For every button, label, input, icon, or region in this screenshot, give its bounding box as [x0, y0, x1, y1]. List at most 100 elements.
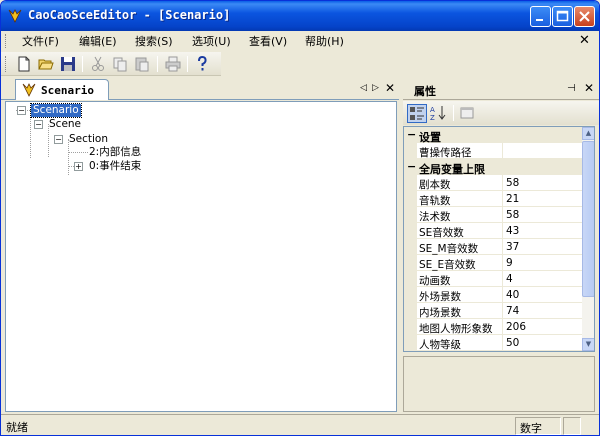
- property-grid-scrollbar[interactable]: ▲ ▼: [582, 127, 594, 351]
- property-row[interactable]: 音轨数 21: [404, 191, 582, 207]
- property-row[interactable]: 动画数 4: [404, 271, 582, 287]
- cut-icon[interactable]: [89, 55, 107, 73]
- tree-node-scene[interactable]: Scene: [49, 118, 81, 131]
- category-global-limits[interactable]: − 全局变量上限: [404, 159, 582, 176]
- collapse-toggle[interactable]: −: [17, 106, 26, 115]
- categorized-button[interactable]: [407, 104, 427, 123]
- property-value[interactable]: 37: [502, 239, 582, 255]
- scrollbar-thumb[interactable]: [582, 141, 594, 297]
- close-properties-icon[interactable]: ✕: [584, 81, 594, 95]
- minimize-button[interactable]: [530, 6, 551, 27]
- open-folder-icon[interactable]: [37, 55, 55, 73]
- scenario-icon: [22, 83, 36, 97]
- property-row[interactable]: SE_E音效数 9: [404, 255, 582, 271]
- row-gutter: [404, 255, 417, 271]
- scroll-left-icon[interactable]: ◁: [360, 83, 367, 93]
- menu-file[interactable]: 文件(F): [22, 34, 59, 49]
- menu-options[interactable]: 选项(U): [192, 34, 231, 49]
- property-value[interactable]: 206: [502, 319, 582, 335]
- property-name: 音轨数: [419, 195, 451, 207]
- collapse-toggle[interactable]: −: [54, 135, 63, 144]
- toolbar-separator: [187, 56, 188, 72]
- property-row[interactable]: 宝物等级9: [404, 351, 582, 352]
- app-logo-icon: [8, 9, 22, 23]
- close-button[interactable]: [574, 6, 595, 27]
- row-gutter: [404, 207, 417, 223]
- property-row[interactable]: 曹操传路径: [404, 143, 582, 159]
- collapse-toggle[interactable]: −: [407, 129, 416, 140]
- property-name: 动画数: [419, 275, 451, 287]
- property-row[interactable]: 外场景数 40: [404, 287, 582, 303]
- print-icon[interactable]: [164, 55, 182, 73]
- property-row[interactable]: 人物等级 50: [404, 335, 582, 351]
- help-icon[interactable]: [193, 55, 211, 73]
- property-value[interactable]: 40: [502, 287, 582, 303]
- tab-label: Scenario: [41, 84, 94, 97]
- property-value[interactable]: 50: [502, 335, 582, 351]
- menu-view[interactable]: 查看(V): [249, 34, 287, 49]
- maximize-button[interactable]: [552, 6, 573, 27]
- copy-icon[interactable]: [111, 55, 129, 73]
- property-value[interactable]: 58: [502, 175, 582, 191]
- status-text: 就绪: [6, 421, 28, 434]
- tab-scenario[interactable]: Scenario: [15, 79, 109, 100]
- property-value[interactable]: 74: [502, 303, 582, 319]
- property-row[interactable]: 剧本数 58: [404, 175, 582, 191]
- property-row[interactable]: 内场景数 74: [404, 303, 582, 319]
- property-value[interactable]: 9: [502, 351, 582, 352]
- property-name: 剧本数: [419, 179, 451, 191]
- paste-icon[interactable]: [133, 55, 151, 73]
- property-value[interactable]: [502, 143, 582, 159]
- status-cell-empty: [563, 417, 581, 435]
- property-row[interactable]: 法术数 58: [404, 207, 582, 223]
- property-row[interactable]: 地图人物形象数 206: [404, 319, 582, 335]
- menubar-grip[interactable]: [5, 34, 8, 48]
- scenario-tree[interactable]: − Scenario − Scene − Section 2:内部信息 + 0:…: [5, 101, 397, 412]
- window-title: CaoCaoSceEditor - [Scenario]: [28, 8, 231, 22]
- tree-node-internal-info[interactable]: 2:内部信息: [89, 146, 141, 159]
- property-name: 外场景数: [419, 291, 461, 303]
- document-tabstrip: Scenario ◁ ▷ ✕: [1, 79, 399, 100]
- property-row[interactable]: SE_M音效数 37: [404, 239, 582, 255]
- property-pages-button[interactable]: [458, 104, 478, 123]
- title-bar[interactable]: CaoCaoSceEditor - [Scenario]: [1, 1, 599, 31]
- menu-edit[interactable]: 编辑(E): [79, 34, 117, 49]
- menu-help[interactable]: 帮助(H): [305, 34, 344, 49]
- new-file-icon[interactable]: [15, 55, 33, 73]
- row-gutter: [404, 143, 417, 159]
- row-gutter: [404, 271, 417, 287]
- property-name: 法术数: [419, 211, 451, 223]
- pin-icon[interactable]: ⊣: [567, 83, 576, 94]
- collapse-toggle[interactable]: −: [34, 120, 43, 129]
- property-value[interactable]: 21: [502, 191, 582, 207]
- toolbar-grip[interactable]: [5, 56, 8, 72]
- close-document-icon[interactable]: ✕: [385, 81, 395, 95]
- scroll-right-icon[interactable]: ▷: [372, 83, 379, 93]
- alphabetical-icon: AZ: [430, 106, 446, 122]
- row-gutter: [404, 335, 417, 351]
- menu-search[interactable]: 搜索(S): [135, 34, 173, 49]
- tree-node-section[interactable]: Section: [69, 133, 108, 146]
- row-gutter: [404, 239, 417, 255]
- property-value[interactable]: 4: [502, 271, 582, 287]
- alphabetical-button[interactable]: AZ: [429, 104, 449, 123]
- property-value[interactable]: 9: [502, 255, 582, 271]
- scroll-up-icon[interactable]: ▲: [582, 127, 594, 140]
- svg-text:Z: Z: [430, 114, 435, 121]
- expand-toggle[interactable]: +: [74, 162, 83, 171]
- save-icon[interactable]: [59, 55, 77, 73]
- row-gutter: [404, 287, 417, 303]
- collapse-toggle[interactable]: −: [407, 161, 416, 172]
- maximize-icon: [556, 10, 569, 22]
- status-bar: 就绪 数字: [1, 414, 599, 435]
- scroll-down-icon[interactable]: ▼: [582, 338, 594, 351]
- mdi-close-icon[interactable]: ✕: [579, 33, 590, 48]
- category-settings[interactable]: − 设置: [404, 127, 582, 144]
- tree-node-scenario[interactable]: Scenario: [30, 103, 82, 118]
- property-value[interactable]: 43: [502, 223, 582, 239]
- property-value[interactable]: 58: [502, 207, 582, 223]
- tree-node-event-end[interactable]: 0:事件结束: [89, 160, 141, 173]
- close-icon: [579, 11, 590, 22]
- property-name: 曹操传路径: [419, 147, 472, 159]
- property-row[interactable]: SE音效数 43: [404, 223, 582, 239]
